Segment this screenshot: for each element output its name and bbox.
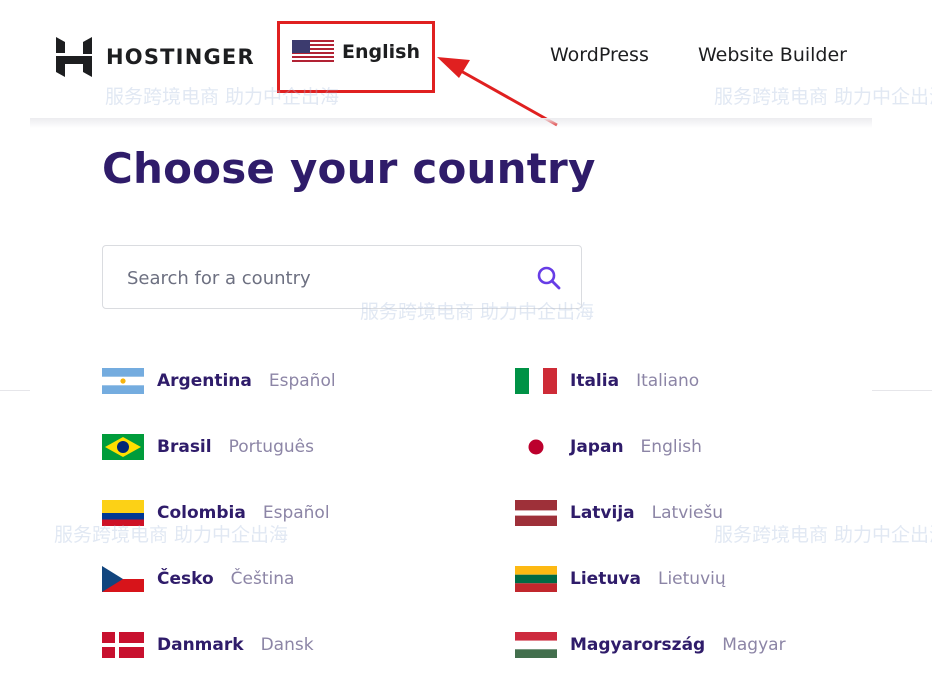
country-language: Čeština <box>230 569 295 589</box>
top-header: HOSTINGER English WordPress Website Buil… <box>0 0 932 118</box>
country-language: English <box>640 437 702 457</box>
country-name: Japan <box>570 437 624 457</box>
country-item-magyarorszag[interactable]: Magyarország Magyar <box>515 632 786 658</box>
country-search-box <box>102 245 582 309</box>
country-language: Español <box>268 371 336 391</box>
brazil-flag-icon <box>102 434 144 460</box>
section-divider-right <box>872 390 932 391</box>
hostinger-logo[interactable]: HOSTINGER <box>56 37 255 77</box>
country-name: Latvija <box>570 503 635 523</box>
japan-flag-icon <box>515 434 557 460</box>
annotation-highlight-box <box>277 21 435 93</box>
lithuania-flag-icon <box>515 566 557 592</box>
country-item-brasil[interactable]: Brasil Português <box>102 434 314 460</box>
watermark-text: 服务跨境电商 助力中企出海 <box>714 524 932 546</box>
argentina-flag-icon <box>102 368 144 394</box>
header-divider <box>30 118 872 128</box>
denmark-flag-icon <box>102 632 144 658</box>
brand-name: HOSTINGER <box>106 45 255 69</box>
country-item-lietuva[interactable]: Lietuva Lietuvių <box>515 566 726 592</box>
country-name: Colombia <box>157 503 246 523</box>
section-divider-left <box>0 390 30 391</box>
hostinger-logo-icon <box>56 37 92 77</box>
latvia-flag-icon <box>515 500 557 526</box>
country-item-danmark[interactable]: Danmark Dansk <box>102 632 314 658</box>
page-title: Choose your country <box>102 144 596 193</box>
country-name: Lietuva <box>570 569 641 589</box>
country-language: Português <box>228 437 314 457</box>
country-search-input[interactable] <box>125 262 519 294</box>
country-language: Dansk <box>260 635 314 655</box>
nav-wordpress[interactable]: WordPress <box>550 44 649 66</box>
country-item-colombia[interactable]: Colombia Español <box>102 500 330 526</box>
country-language: Italiano <box>636 371 700 391</box>
country-language: Latviešu <box>651 503 724 523</box>
country-name: Danmark <box>157 635 244 655</box>
country-name: Česko <box>157 569 214 589</box>
country-name: Argentina <box>157 371 252 391</box>
country-item-japan[interactable]: Japan English <box>515 434 702 460</box>
country-name: Brasil <box>157 437 212 457</box>
country-language: Lietuvių <box>657 569 726 589</box>
country-item-cesko[interactable]: Česko Čeština <box>102 566 294 592</box>
country-language: Magyar <box>722 635 786 655</box>
italy-flag-icon <box>515 368 557 394</box>
country-language: Español <box>262 503 330 523</box>
country-item-italia[interactable]: Italia Italiano <box>515 368 699 394</box>
country-item-latvija[interactable]: Latvija Latviešu <box>515 500 723 526</box>
search-icon[interactable] <box>535 264 563 292</box>
czech-flag-icon <box>102 566 144 592</box>
colombia-flag-icon <box>102 500 144 526</box>
hungary-flag-icon <box>515 632 557 658</box>
country-item-argentina[interactable]: Argentina Español <box>102 368 336 394</box>
nav-website-builder[interactable]: Website Builder <box>698 44 847 66</box>
country-name: Magyarország <box>570 635 706 655</box>
country-name: Italia <box>570 371 620 391</box>
